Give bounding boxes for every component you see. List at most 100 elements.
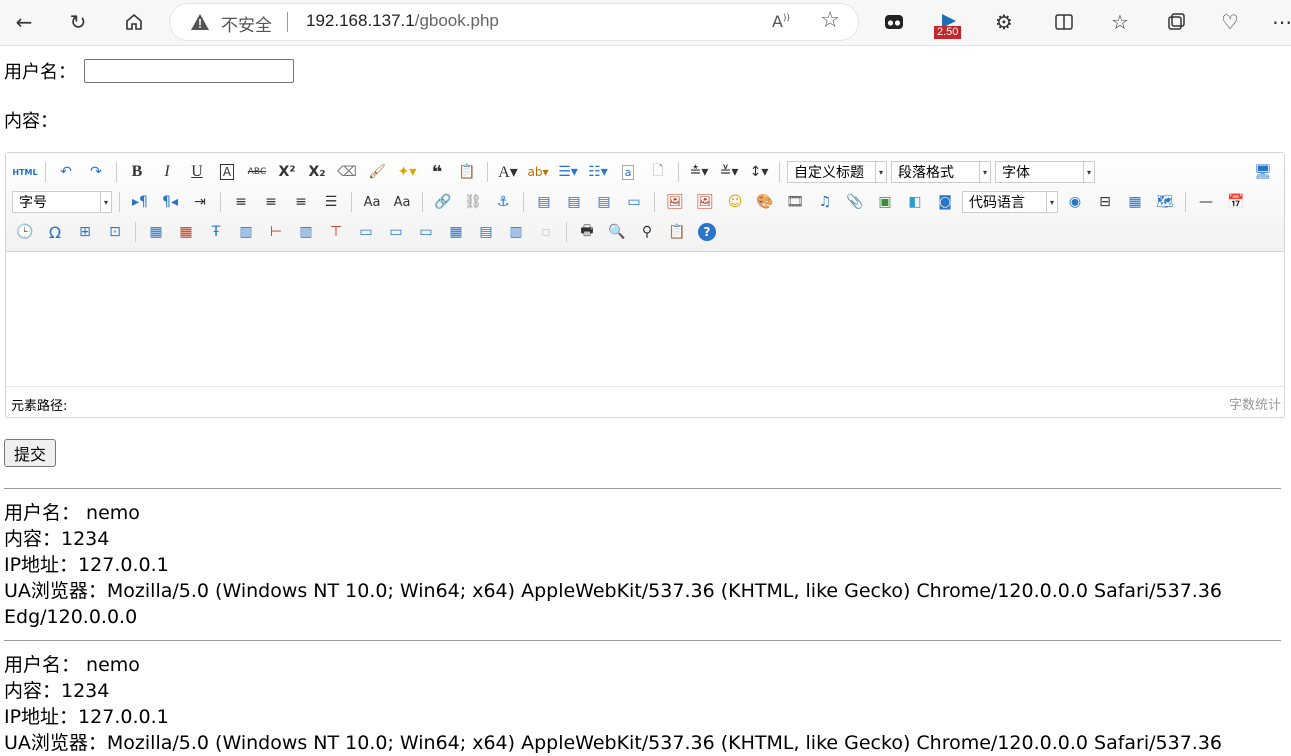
custom-heading-select[interactable]: 自定义标题 ▾	[787, 161, 887, 183]
align-right-button[interactable]: ≡	[290, 191, 312, 213]
image-right-button[interactable]: ▤	[593, 191, 615, 213]
italic-button[interactable]: I	[156, 161, 178, 183]
home-button[interactable]	[118, 6, 150, 38]
lowercase-button[interactable]: Aa	[391, 191, 413, 213]
unlink-button[interactable]: ⛓	[462, 191, 484, 213]
insert-table-button[interactable]: ▦	[145, 221, 167, 243]
row-spacing-bottom-button[interactable]: ≚▾	[718, 161, 740, 183]
superscript-button[interactable]: X²	[276, 161, 298, 183]
page-break-button[interactable]: ⊟	[1094, 191, 1116, 213]
split-cols-button[interactable]: ▥	[505, 221, 527, 243]
template-button[interactable]: ▦	[1124, 191, 1146, 213]
attachment-button[interactable]: 📎	[844, 191, 866, 213]
ordered-list-button[interactable]: ☰▾	[557, 161, 579, 183]
insert-col-button[interactable]: ▥	[295, 221, 317, 243]
insert-video-button[interactable]: 🎞	[784, 191, 806, 213]
browser-essentials-button[interactable]: ♡	[1214, 6, 1246, 38]
date-button[interactable]: 📅	[1225, 191, 1247, 213]
scrawl-button[interactable]: 🎨	[754, 191, 776, 213]
back-button[interactable]: ←	[8, 6, 40, 38]
indent-button[interactable]: ⇥	[189, 191, 211, 213]
fullscreen-button[interactable]: 🖥	[1252, 161, 1274, 183]
music-button[interactable]: ♫	[814, 191, 836, 213]
font-color-button[interactable]: A▾	[497, 161, 519, 183]
strikethrough-button[interactable]: ABC	[246, 161, 268, 183]
split-rows-button[interactable]: ▤	[475, 221, 497, 243]
submit-button[interactable]: 提交	[4, 439, 56, 467]
line-height-button[interactable]: ↕▾	[748, 161, 770, 183]
delete-table-button[interactable]: ▦	[175, 221, 197, 243]
align-justify-button[interactable]: ☰	[320, 191, 342, 213]
editor-content-area[interactable]	[6, 252, 1284, 386]
format-match-button[interactable]: 🖌	[366, 161, 388, 183]
address-bar[interactable]: 不安全 192.168.137.1/gbook.php A)) ☆	[170, 4, 858, 40]
special-chars-button[interactable]: Ω	[44, 221, 66, 243]
align-left-button[interactable]: ≡	[230, 191, 252, 213]
font-size-select[interactable]: 字号 ▾	[12, 191, 112, 213]
link-button[interactable]: 🔗	[432, 191, 454, 213]
align-center-button[interactable]: ≡	[260, 191, 282, 213]
username-input[interactable]	[84, 59, 294, 83]
preview-button[interactable]: 🔍	[606, 221, 628, 243]
collections-button[interactable]	[1160, 6, 1192, 38]
subscript-button[interactable]: X₂	[306, 161, 328, 183]
insert-caption-button[interactable]: Ŧ	[205, 221, 227, 243]
search-replace-button[interactable]: ⚲	[636, 221, 658, 243]
rtl-button[interactable]: ¶◂	[159, 191, 181, 213]
webapp-button[interactable]: ◙	[934, 191, 956, 213]
paragraph-format-select[interactable]: 段落格式 ▾	[891, 161, 991, 183]
print-button[interactable]: 🖶	[576, 221, 598, 243]
horizontal-rule-button[interactable]: —	[1195, 191, 1217, 213]
split-screen-button[interactable]	[1048, 6, 1080, 38]
reload-button[interactable]: ↻	[62, 6, 94, 38]
merge-right-button[interactable]: ▭	[385, 221, 407, 243]
insert-row-button[interactable]: ▥	[235, 221, 257, 243]
simple-upload-button[interactable]: 🖼	[664, 191, 686, 213]
bold-button[interactable]: B	[126, 161, 148, 183]
unordered-list-button[interactable]: ☷▾	[587, 161, 609, 183]
merge-cells-button[interactable]: ▭	[355, 221, 377, 243]
underline-button[interactable]: U	[186, 161, 208, 183]
wordimage-button[interactable]: ⊡	[104, 221, 126, 243]
time-button[interactable]: 🕒	[14, 221, 36, 243]
extensions-button[interactable]: ⚙	[988, 6, 1020, 38]
html-source-button[interactable]: HTML	[12, 161, 37, 183]
remove-format-button[interactable]: ⌫	[336, 161, 358, 183]
undo-button[interactable]: ↶	[55, 161, 77, 183]
image-left-button[interactable]: ▤	[563, 191, 585, 213]
insert-frame-button[interactable]: ▣	[874, 191, 896, 213]
merge-down-button[interactable]: ▭	[415, 221, 437, 243]
clear-doc-button[interactable]: 🗋	[647, 161, 669, 183]
code-language-select[interactable]: 代码语言 ▾	[962, 191, 1058, 213]
delete-row-button[interactable]: ⊢	[265, 221, 287, 243]
row-spacing-top-button[interactable]: ≛▾	[688, 161, 710, 183]
more-menu-button[interactable]: ⋯	[1266, 6, 1291, 38]
map-button[interactable]: 🗺	[1154, 191, 1176, 213]
extension-button-1[interactable]	[878, 6, 910, 38]
insert-image-button[interactable]: 🖼	[694, 191, 716, 213]
font-border-button[interactable]: A	[216, 161, 238, 183]
insert-code-button[interactable]: ◧	[904, 191, 926, 213]
split-cells-button[interactable]: ▦	[445, 221, 467, 243]
drafts-button[interactable]: 📋	[666, 221, 688, 243]
blockquote-button[interactable]: ❝	[426, 161, 448, 183]
uppercase-button[interactable]: Aa	[361, 191, 383, 213]
ltr-button[interactable]: ▸¶	[129, 191, 151, 213]
emotion-button[interactable]: ☺	[724, 191, 746, 213]
help-button[interactable]: ?	[696, 221, 718, 243]
delete-col-button[interactable]: ⊤	[325, 221, 347, 243]
redo-button[interactable]: ↷	[85, 161, 107, 183]
snapscreen-button[interactable]: ⊞	[74, 221, 96, 243]
anchor-button[interactable]: ⚓	[492, 191, 514, 213]
favorites-button[interactable]: ☆	[1104, 6, 1136, 38]
select-all-button[interactable]: a	[617, 161, 639, 183]
favorite-star-icon[interactable]: ☆	[820, 8, 840, 33]
paste-plain-button[interactable]: 📋	[456, 161, 478, 183]
auto-typeset-button[interactable]: ✦▾	[396, 161, 418, 183]
background-button[interactable]: ◉	[1064, 191, 1086, 213]
charts-button[interactable]: ▫	[535, 221, 557, 243]
font-family-select[interactable]: 字体 ▾	[995, 161, 1095, 183]
read-aloud-icon[interactable]: A))	[772, 12, 790, 31]
image-none-button[interactable]: ▤	[533, 191, 555, 213]
background-color-button[interactable]: ab▾	[527, 161, 549, 183]
